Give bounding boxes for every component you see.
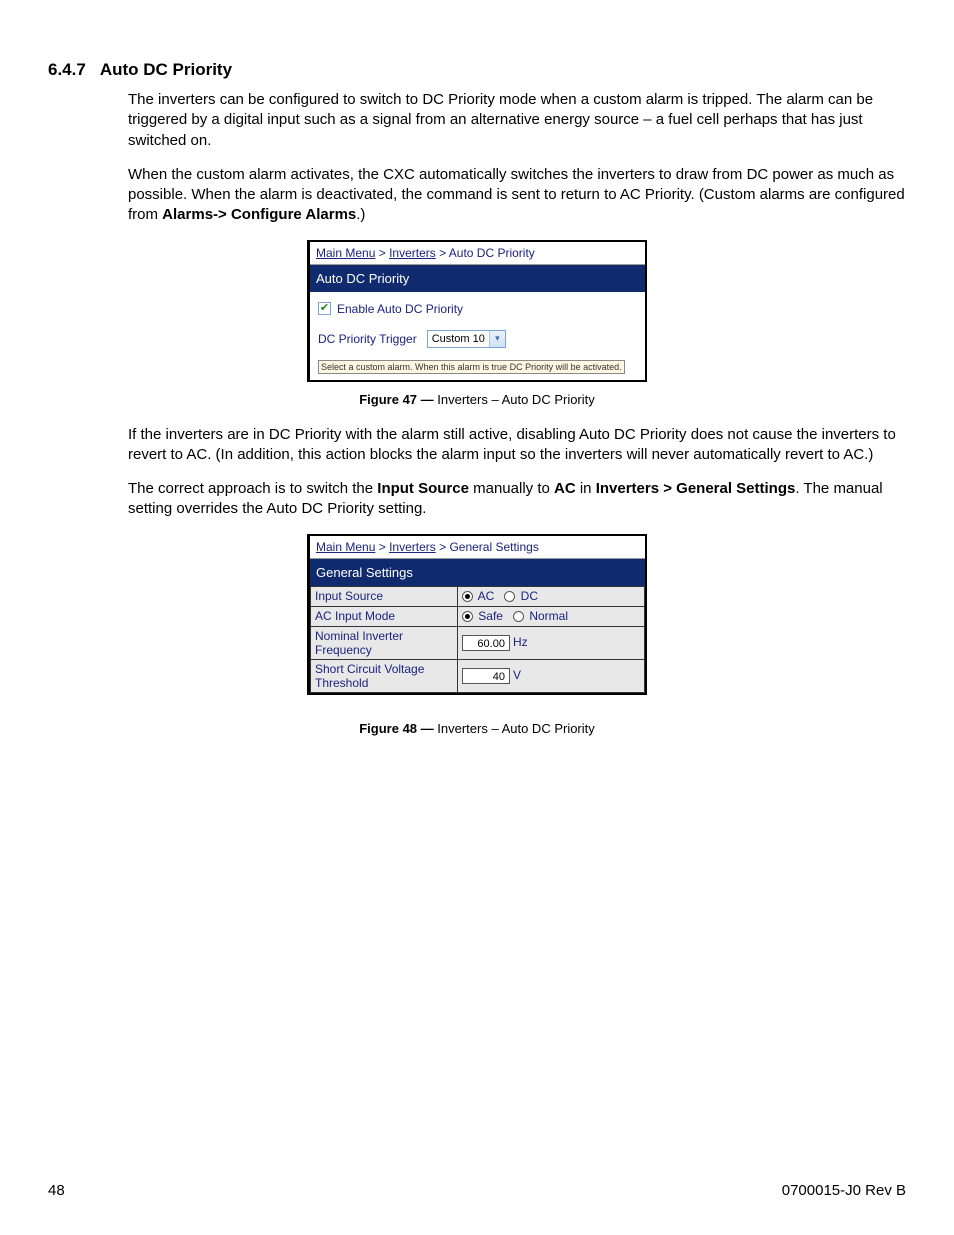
ac-input-safe-radio[interactable] xyxy=(462,611,473,622)
short-circuit-voltage-input[interactable]: 40 xyxy=(462,668,510,684)
section-number: 6.4.7 xyxy=(48,60,86,80)
row-label: Nominal Inverter Frequency xyxy=(311,626,458,659)
breadcrumb-link-inverters[interactable]: Inverters xyxy=(389,246,436,260)
dc-priority-trigger-select[interactable]: Custom 10 ▾ xyxy=(427,330,506,348)
table-row: Short Circuit Voltage Threshold 40V xyxy=(311,659,645,692)
row-label: AC Input Mode xyxy=(311,606,458,626)
paragraph: When the custom alarm activates, the CXC… xyxy=(128,165,906,226)
figure-caption: Figure 47 — Inverters – Auto DC Priority xyxy=(48,392,906,407)
breadcrumb-current: Auto DC Priority xyxy=(449,246,535,260)
trigger-label: DC Priority Trigger xyxy=(318,332,417,346)
caption-text: Inverters – Auto DC Priority xyxy=(437,721,595,736)
breadcrumb-sep: > xyxy=(436,540,450,554)
paragraph: If the inverters are in DC Priority with… xyxy=(128,425,906,466)
chevron-down-icon: ▾ xyxy=(489,331,505,347)
text-bold: Alarms-> Configure Alarms xyxy=(162,206,356,223)
breadcrumb-link-inverters[interactable]: Inverters xyxy=(389,540,436,554)
breadcrumb: Main Menu > Inverters > Auto DC Priority xyxy=(310,242,645,265)
select-value: Custom 10 xyxy=(428,333,489,345)
table-row: Input Source AC DC xyxy=(311,586,645,606)
radio-label: AC xyxy=(478,589,495,603)
panel-title: General Settings xyxy=(310,559,645,586)
paragraph: The correct approach is to switch the In… xyxy=(128,479,906,520)
breadcrumb-link-main[interactable]: Main Menu xyxy=(316,540,375,554)
section-title: Auto DC Priority xyxy=(100,60,232,80)
section-heading: 6.4.7 Auto DC Priority xyxy=(48,60,906,80)
paragraph: The inverters can be configured to switc… xyxy=(128,90,906,151)
breadcrumb-link-main[interactable]: Main Menu xyxy=(316,246,375,260)
radio-label: Safe xyxy=(478,609,503,623)
caption-label: Figure 47 — xyxy=(359,392,437,407)
breadcrumb-current: General Settings xyxy=(449,540,538,554)
figure-caption: Figure 48 — Inverters – Auto DC Priority xyxy=(48,721,906,736)
text-bold: Inverters > General Settings xyxy=(596,480,796,497)
text-bold: AC xyxy=(554,480,576,497)
panel-title: Auto DC Priority xyxy=(310,265,645,292)
input-source-dc-radio[interactable] xyxy=(504,591,515,602)
enable-auto-dc-checkbox[interactable]: ✔ xyxy=(318,302,331,315)
row-label: Input Source xyxy=(311,586,458,606)
doc-id: 0700015-J0 Rev B xyxy=(782,1182,906,1199)
tooltip-note: Select a custom alarm. When this alarm i… xyxy=(318,360,625,374)
breadcrumb-sep: > xyxy=(436,246,449,260)
general-settings-panel: Main Menu > Inverters > General Settings… xyxy=(307,534,647,695)
text: The correct approach is to switch the xyxy=(128,480,377,497)
page-footer: 48 0700015-J0 Rev B xyxy=(48,1182,906,1199)
checkbox-label: Enable Auto DC Priority xyxy=(337,302,463,316)
input-source-ac-radio[interactable] xyxy=(462,591,473,602)
text: manually to xyxy=(469,480,554,497)
page-number: 48 xyxy=(48,1182,65,1199)
text: in xyxy=(576,480,596,497)
unit-label: V xyxy=(513,668,521,682)
breadcrumb-sep: > xyxy=(375,540,389,554)
text-bold: Input Source xyxy=(377,480,469,497)
ac-input-normal-radio[interactable] xyxy=(513,611,524,622)
breadcrumb-sep: > xyxy=(375,246,389,260)
row-label: Short Circuit Voltage Threshold xyxy=(311,659,458,692)
auto-dc-priority-panel: Main Menu > Inverters > Auto DC Priority… xyxy=(307,240,647,382)
nominal-frequency-input[interactable]: 60.00 xyxy=(462,635,510,651)
breadcrumb: Main Menu > Inverters > General Settings xyxy=(310,536,645,559)
unit-label: Hz xyxy=(513,635,528,649)
caption-label: Figure 48 — xyxy=(359,721,437,736)
table-row: Nominal Inverter Frequency 60.00Hz xyxy=(311,626,645,659)
text: .) xyxy=(356,206,365,223)
caption-text: Inverters – Auto DC Priority xyxy=(437,392,595,407)
table-row: AC Input Mode Safe Normal xyxy=(311,606,645,626)
radio-label: DC xyxy=(521,589,538,603)
radio-label: Normal xyxy=(529,609,568,623)
